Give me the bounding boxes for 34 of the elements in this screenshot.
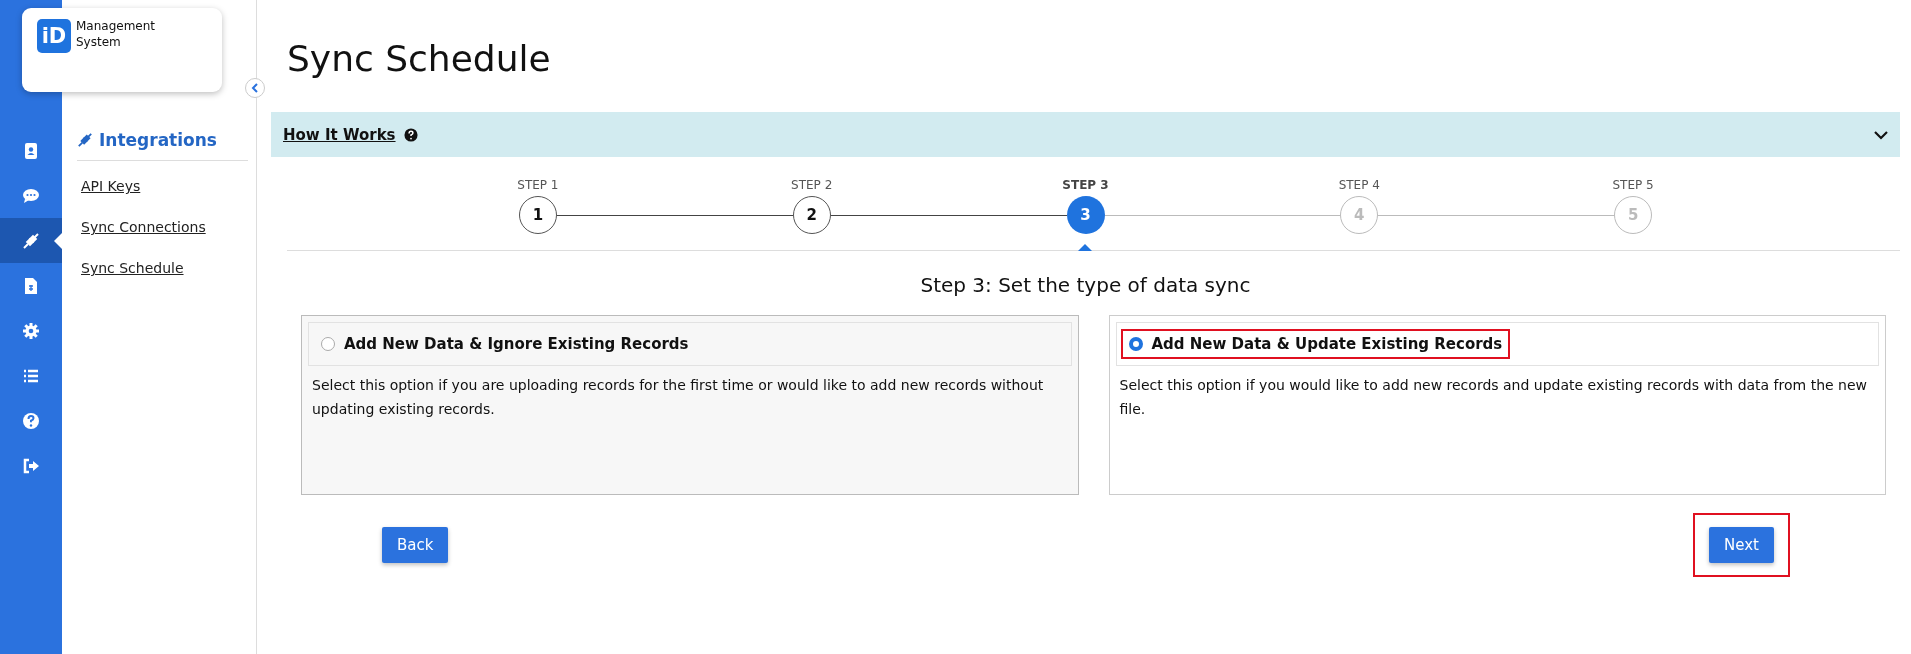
plug-icon [77,132,93,148]
logo-mark: iD [37,19,71,53]
sidebar-title: Integrations [99,130,217,150]
help-icon [403,127,418,142]
radio-option[interactable]: Add New Data & Update Existing Records [1120,329,1511,359]
how-it-works-bar[interactable]: How It Works [271,112,1900,157]
chevron-left-icon [251,83,259,93]
option-description: Select this option if you are uploading records for the first time or would like to add new records without updating existing records. [312,376,1045,419]
invoice-icon [22,276,40,295]
chevron-down-icon [1874,129,1888,140]
option-description: Select this option if you would like to add new records and update existing records with data from the new file. [1119,376,1868,419]
next-button[interactable]: Next [1709,527,1774,563]
step-heading: Step 3: Set the type of data sync [919,273,1252,297]
step-label: STEP 5 [1612,178,1654,192]
step-label: STEP 3 [1062,178,1109,192]
nav-rail-item[interactable] [0,218,62,263]
sidebar-link[interactable]: API Keys [81,178,248,194]
plug-icon [22,231,40,250]
page-title: Sync Schedule [287,38,552,81]
sidebar-link[interactable]: Sync Connections [81,219,248,235]
step-label: STEP 2 [791,178,833,192]
chat-bubble-icon [22,186,40,205]
step-label: STEP 1 [517,178,559,192]
sidebar-link[interactable]: Sync Schedule [81,260,248,276]
how-it-works-link[interactable]: How It Works [283,125,396,144]
back-button[interactable]: Back [382,527,449,563]
app-name: Management System [76,19,156,51]
help-icon [22,411,40,430]
settings-icon [22,321,40,340]
step-label: STEP 4 [1338,178,1380,192]
contact-card-icon [22,141,40,160]
logout-icon [22,456,40,475]
step-circle: 3 [1066,196,1105,234]
collapse-sidebar-button[interactable] [245,78,265,98]
